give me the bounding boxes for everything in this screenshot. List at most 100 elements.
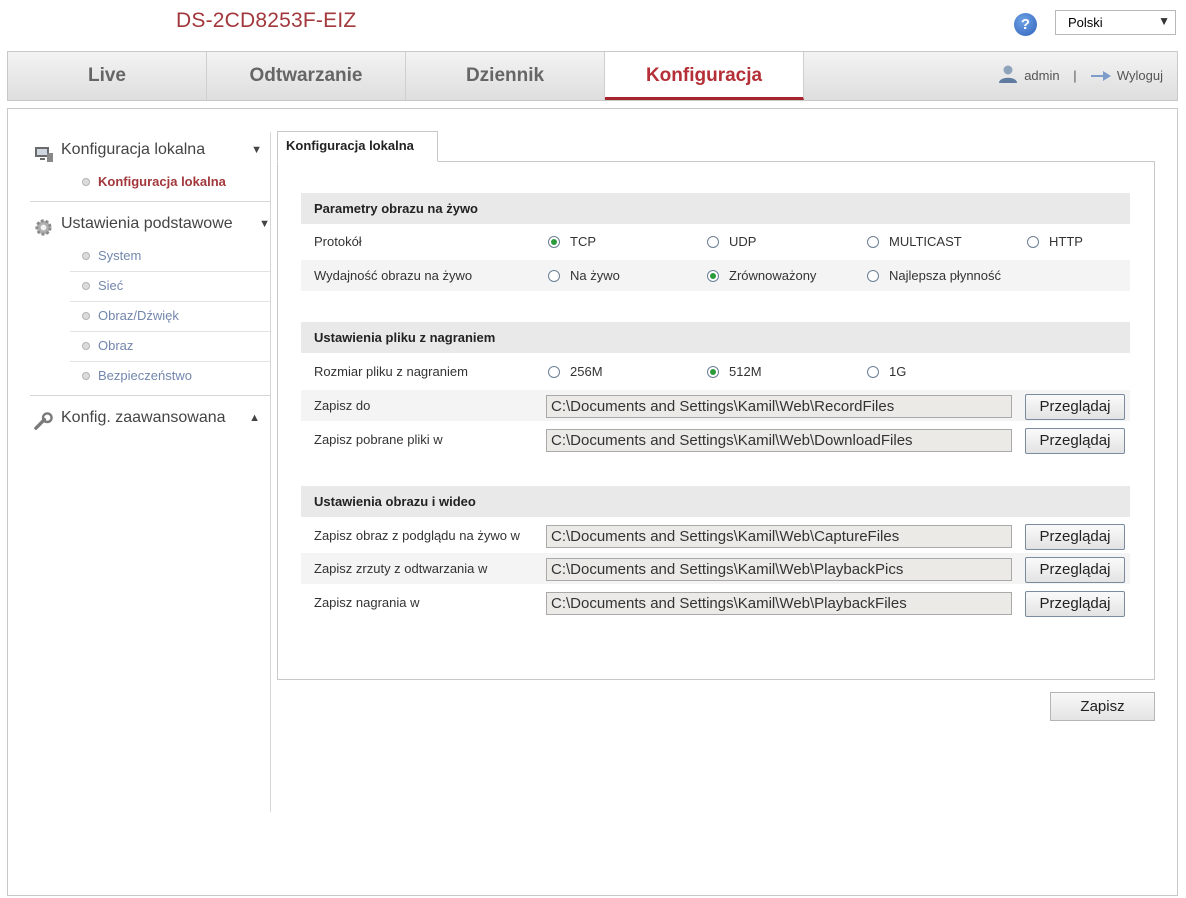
- save-to-label: Zapisz do: [314, 398, 371, 413]
- performance-label: Wydajność obrazu na żywo: [314, 268, 473, 283]
- radio-label: Najlepsza płynność: [889, 268, 1002, 283]
- save-button[interactable]: Zapisz: [1050, 692, 1155, 721]
- help-icon[interactable]: ?: [1014, 13, 1037, 36]
- sidebar-item-network[interactable]: Sieć: [70, 272, 270, 302]
- section-record-title: Ustawienia pliku z nagraniem: [301, 322, 1130, 353]
- main-nav: Live Odtwarzanie Dziennik Konfiguracja a…: [7, 51, 1178, 101]
- tab-playback[interactable]: Odtwarzanie: [207, 52, 406, 100]
- sidebar-divider: [30, 395, 270, 396]
- radio-label: TCP: [570, 234, 596, 249]
- tab-log[interactable]: Dziennik: [406, 52, 605, 100]
- radio-circle[interactable]: [1027, 236, 1039, 248]
- sidebar-item-video-audio[interactable]: Obraz/Dźwięk: [70, 302, 270, 332]
- chevron-up-icon: ▲: [249, 412, 260, 424]
- save-to-row: Zapisz do C:\Documents and Settings\Kami…: [301, 390, 1130, 421]
- radio-label: HTTP: [1049, 234, 1083, 249]
- bullet-icon: [82, 282, 90, 290]
- file-size-label: Rozmiar pliku z nagraniem: [314, 364, 468, 379]
- radio-label: MULTICAST: [889, 234, 962, 249]
- sidebar-item-image[interactable]: Obraz: [70, 332, 270, 362]
- playback-files-label: Zapisz nagrania w: [314, 595, 420, 610]
- user-icon: [998, 55, 1017, 83]
- sidebar-group-advanced[interactable]: Konfig. zaawansowana ▲: [30, 400, 270, 436]
- chevron-down-icon: ▼: [251, 144, 262, 156]
- sidebar: Konfiguracja lokalna ▼ Konfiguracja loka…: [30, 132, 270, 436]
- bullet-icon: [82, 372, 90, 380]
- language-select[interactable]: Polski ▼: [1055, 10, 1176, 35]
- capture-path-field[interactable]: C:\Documents and Settings\Kamil\Web\Capt…: [546, 525, 1012, 548]
- sidebar-group-basic[interactable]: Ustawienia podstawowe ▼: [30, 206, 270, 242]
- sidebar-group-label: Konfig. zaawansowana: [61, 409, 226, 426]
- gear-icon: [34, 215, 53, 236]
- radio-label: 512M: [729, 364, 762, 379]
- browse-button[interactable]: Przeglądaj: [1025, 428, 1125, 454]
- section-live-title: Parametry obrazu na żywo: [301, 193, 1130, 224]
- sidebar-group-local[interactable]: Konfiguracja lokalna ▼: [30, 132, 270, 168]
- download-label: Zapisz pobrane pliki w: [314, 432, 443, 447]
- product-title: DS-2CD8253F-EIZ: [176, 9, 357, 32]
- bullet-icon: [82, 252, 90, 260]
- playback-files-row: Zapisz nagrania w C:\Documents and Setti…: [301, 587, 1130, 618]
- sidebar-item-label: Obraz/Dźwięk: [98, 308, 179, 323]
- sidebar-item-label: Obraz: [98, 338, 134, 353]
- section-media-title: Ustawienia obrazu i wideo: [301, 486, 1130, 517]
- radio-circle[interactable]: [548, 270, 560, 282]
- download-row: Zapisz pobrane pliki w C:\Documents and …: [301, 424, 1130, 455]
- browse-button[interactable]: Przeglądaj: [1025, 557, 1125, 583]
- radio-label: UDP: [729, 234, 757, 249]
- browse-button[interactable]: Przeglądaj: [1025, 394, 1125, 420]
- capture-label: Zapisz obraz z podglądu na żywo w: [314, 528, 520, 543]
- radio-circle[interactable]: [867, 366, 879, 378]
- playback-files-path-field[interactable]: C:\Documents and Settings\Kamil\Web\Play…: [546, 592, 1012, 615]
- record-path-field[interactable]: C:\Documents and Settings\Kamil\Web\Reco…: [546, 395, 1012, 418]
- bullet-icon: [82, 312, 90, 320]
- radio-circle[interactable]: [707, 236, 719, 248]
- radio-label: Zrównoważony: [729, 268, 817, 283]
- sidebar-divider: [30, 201, 270, 202]
- username: admin: [1024, 68, 1060, 83]
- radio-label: 256M: [570, 364, 603, 379]
- sidebar-item-label: System: [98, 248, 142, 263]
- tab-local-config[interactable]: Konfiguracja lokalna: [277, 131, 438, 162]
- tab-configuration[interactable]: Konfiguracja: [605, 52, 804, 100]
- performance-row: Wydajność obrazu na żywo Na żywo Zrównow…: [301, 260, 1130, 291]
- download-path-field[interactable]: C:\Documents and Settings\Kamil\Web\Down…: [546, 429, 1012, 452]
- capture-row: Zapisz obraz z podglądu na żywo w C:\Doc…: [301, 520, 1130, 551]
- chevron-down-icon: ▼: [1158, 14, 1170, 28]
- radio-circle[interactable]: [707, 270, 719, 282]
- chevron-down-icon: ▼: [259, 218, 270, 230]
- bullet-icon: [82, 178, 90, 186]
- radio-label: 1G: [889, 364, 907, 379]
- tab-live[interactable]: Live: [8, 52, 207, 100]
- language-value: Polski: [1068, 15, 1103, 30]
- sidebar-group-label: Konfiguracja lokalna: [61, 141, 206, 158]
- logout-icon[interactable]: [1090, 55, 1112, 81]
- sidebar-item-local-config[interactable]: Konfiguracja lokalna: [70, 168, 270, 197]
- playback-pics-path-field[interactable]: C:\Documents and Settings\Kamil\Web\Play…: [546, 558, 1012, 581]
- radio-circle[interactable]: [867, 270, 879, 282]
- logout-link[interactable]: Wyloguj: [1117, 68, 1163, 83]
- sidebar-item-label: Bezpieczeństwo: [98, 368, 192, 383]
- protocol-label: Protokół: [314, 234, 362, 249]
- radio-circle[interactable]: [548, 236, 560, 248]
- sidebar-border: [270, 132, 271, 812]
- browse-button[interactable]: Przeglądaj: [1025, 591, 1125, 617]
- sidebar-item-system[interactable]: System: [70, 242, 270, 272]
- wrench-icon: [34, 409, 53, 430]
- monitor-icon: [34, 141, 53, 162]
- file-size-row: Rozmiar pliku z nagraniem 256M 512M 1G: [301, 356, 1130, 387]
- playback-pics-label: Zapisz zrzuty z odtwarzania w: [314, 561, 488, 576]
- user-area: admin | Wyloguj: [998, 52, 1163, 100]
- protocol-row: Protokół TCP UDP MULTICAST HTTP: [301, 226, 1130, 257]
- radio-circle[interactable]: [548, 366, 560, 378]
- user-separator: |: [1073, 68, 1077, 83]
- browse-button[interactable]: Przeglądaj: [1025, 524, 1125, 550]
- sidebar-item-security[interactable]: Bezpieczeństwo: [70, 362, 270, 391]
- radio-circle[interactable]: [867, 236, 879, 248]
- radio-circle[interactable]: [707, 366, 719, 378]
- sidebar-item-label: Sieć: [98, 278, 124, 293]
- bullet-icon: [82, 342, 90, 350]
- radio-label: Na żywo: [570, 268, 620, 283]
- playback-pics-row: Zapisz zrzuty z odtwarzania w C:\Documen…: [301, 553, 1130, 584]
- sidebar-group-label: Ustawienia podstawowe: [61, 215, 233, 232]
